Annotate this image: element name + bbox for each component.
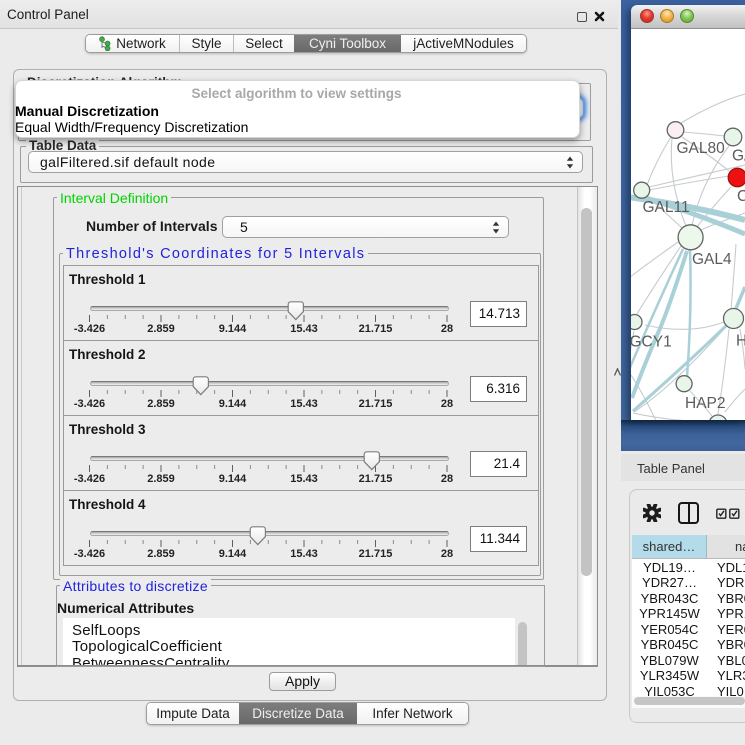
svg-text:C: C — [737, 188, 745, 205]
svg-text:GAL80: GAL80 — [677, 140, 726, 157]
svg-text:GCY1: GCY1 — [631, 334, 672, 351]
svg-text:H: H — [736, 333, 745, 350]
svg-text:HAP2: HAP2 — [685, 395, 726, 412]
svg-text:GAL4: GAL4 — [692, 251, 732, 268]
svg-text:GAL11: GAL11 — [643, 199, 690, 216]
svg-text:GA: GA — [732, 148, 745, 165]
